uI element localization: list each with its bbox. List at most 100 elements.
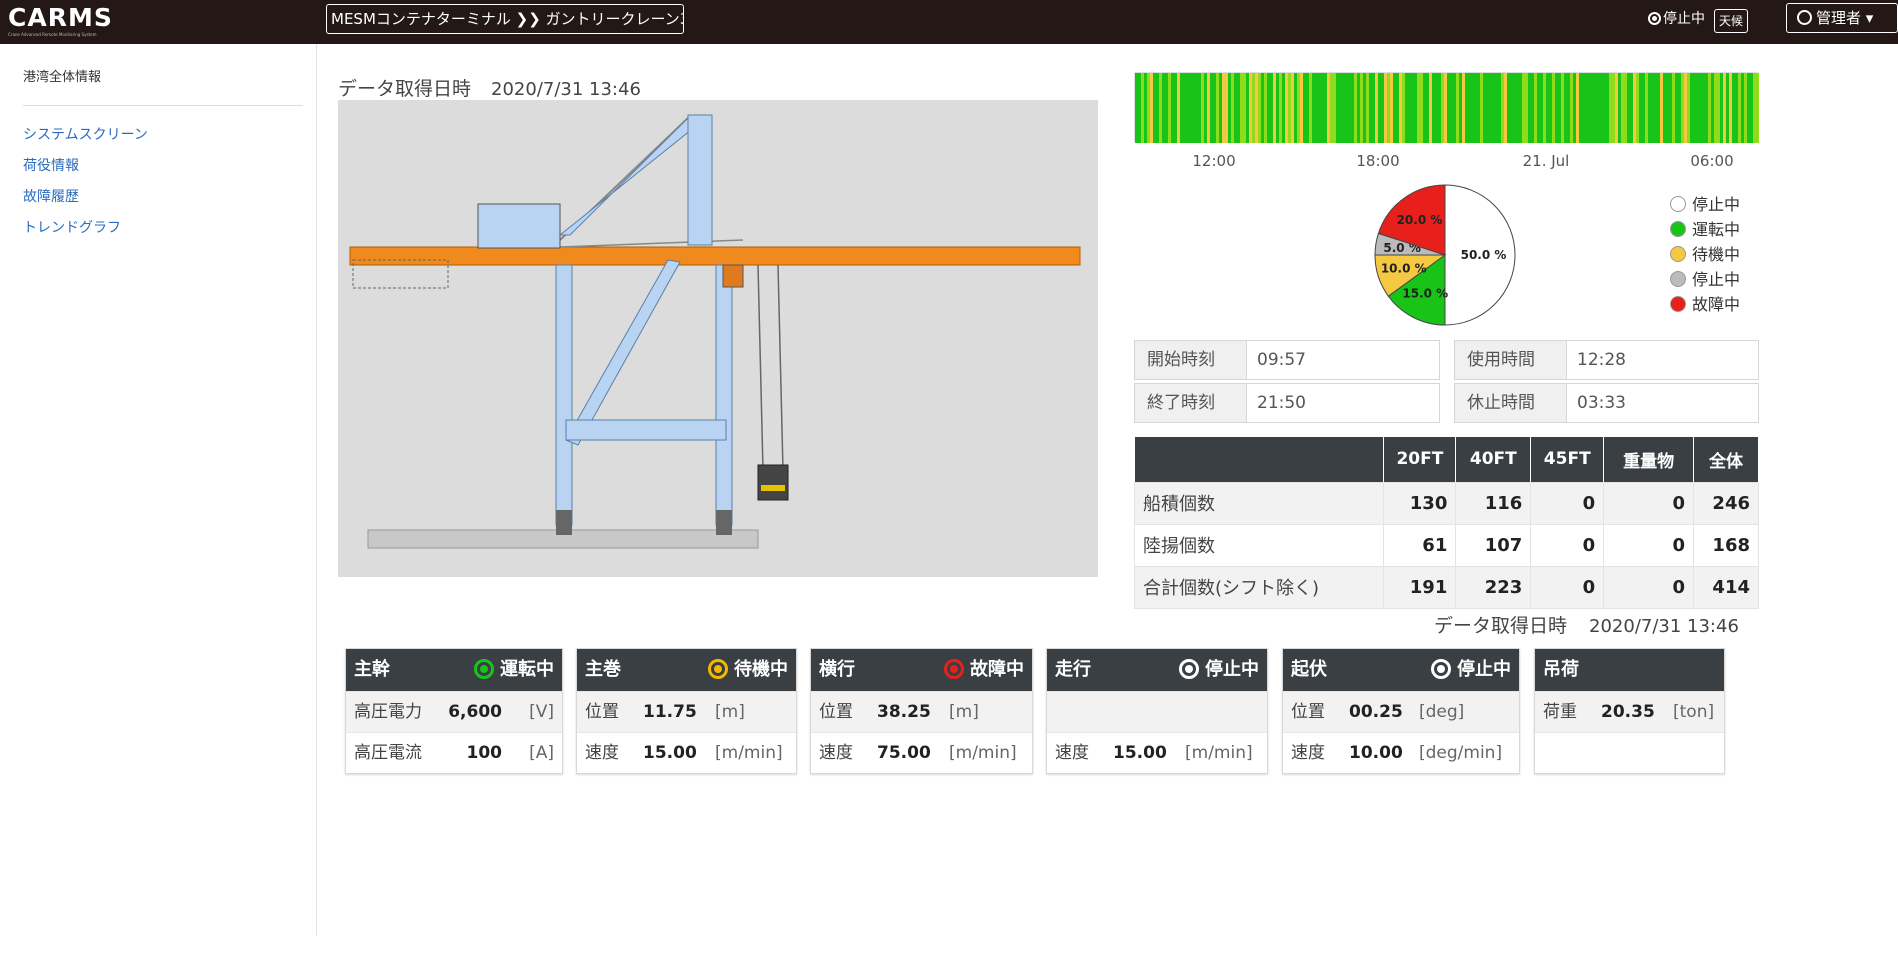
- card-row-unit: [V]: [529, 702, 554, 722]
- legend-label: 運転中: [1692, 220, 1741, 239]
- sidebar-link-system-screen[interactable]: システムスクリーン: [23, 124, 148, 144]
- timeline-segment: [1582, 73, 1585, 143]
- legend-item: 運転中: [1670, 219, 1760, 244]
- timeline-segment: [1558, 73, 1561, 143]
- legend-item: 故障中: [1670, 294, 1760, 319]
- timeline-segment: [1333, 73, 1336, 143]
- card-row: [1535, 732, 1724, 773]
- table-cell: 0: [1530, 565, 1605, 609]
- timeline-segment: [1684, 73, 1687, 143]
- timeline-segment: [1624, 73, 1627, 143]
- end-time-label: 終了時刻: [1135, 384, 1247, 422]
- card-status-text: 運転中: [500, 659, 554, 680]
- timeline-segment: [1489, 73, 1492, 143]
- timeline-segment: [1264, 73, 1267, 143]
- card-row: 速度 75.00 [m/min]: [811, 732, 1032, 773]
- table-cell: 0: [1603, 523, 1695, 567]
- timeline-segment: [1141, 73, 1144, 143]
- timeline-segment: [1501, 73, 1504, 143]
- table-cell: 61: [1383, 523, 1457, 567]
- terminal-crane-selector[interactable]: MESMコンテナターミナル ❯❯ ガントリークレーン3号機 ▾: [326, 4, 684, 34]
- carms-logo[interactable]: CARMS Crane Advanced Remote Monitoring S…: [8, 4, 118, 40]
- timeline-segment: [1195, 73, 1198, 143]
- table-header: 20FT: [1383, 437, 1457, 482]
- timeline-segment: [1498, 73, 1501, 143]
- timeline-segment: [1372, 73, 1375, 143]
- sidebar: 港湾全体情報 システムスクリーン 荷役情報 故障履歴 トレンドグラフ: [0, 44, 317, 936]
- timeline-segment: [1618, 73, 1621, 143]
- card-row: 高圧電力 6,600 [V]: [346, 691, 562, 732]
- timeline-segment: [1351, 73, 1354, 143]
- timeline-segment: [1678, 73, 1681, 143]
- sidebar-link-trend-graph[interactable]: トレンドグラフ: [23, 217, 121, 237]
- timeline-segment: [1492, 73, 1495, 143]
- timeline-segment: [1435, 73, 1438, 143]
- crane-datetime: データ取得日時 2020/7/31 13:46: [338, 74, 641, 101]
- card-row-unit: [m/min]: [715, 743, 783, 763]
- user-menu[interactable]: 管理者 ▾: [1786, 3, 1898, 33]
- timeline-segment: [1627, 73, 1630, 143]
- legend-label: 待機中: [1692, 245, 1741, 264]
- timeline-segment: [1756, 73, 1759, 143]
- timeline-segment: [1285, 73, 1288, 143]
- card-header: 吊荷: [1535, 649, 1724, 691]
- timeline-segment: [1270, 73, 1273, 143]
- timeline-segment: [1729, 73, 1732, 143]
- table-cell: 0: [1530, 523, 1605, 567]
- timeline-segment: [1630, 73, 1633, 143]
- start-time-value: 09:57: [1257, 350, 1306, 370]
- card-row-label: 速度: [585, 743, 619, 763]
- card-row-value: 15.00: [1113, 743, 1167, 763]
- card-row-unit: [ton]: [1673, 702, 1715, 722]
- top-bar: CARMS Crane Advanced Remote Monitoring S…: [0, 0, 1898, 44]
- table-row: 合計個数(シフト除く) 191 223 0 0 414: [1133, 565, 1759, 609]
- table-header-row: 20FT 40FT 45FT 重量物 全体: [1134, 437, 1759, 482]
- sidebar-title[interactable]: 港湾全体情報: [23, 66, 101, 85]
- timeline-segment: [1534, 73, 1537, 143]
- sidebar-link-fault-history[interactable]: 故障履歴: [23, 186, 79, 206]
- timeline-segment: [1273, 73, 1276, 143]
- legend-item: 停止中: [1670, 269, 1760, 294]
- end-time-box: 終了時刻 21:50: [1134, 383, 1440, 423]
- card-row: 位置 11.75 [m]: [577, 691, 796, 732]
- timeline-segment: [1462, 73, 1465, 143]
- legend-item: 待機中: [1670, 244, 1760, 269]
- timeline-segment: [1537, 73, 1540, 143]
- card-title: 主巻: [585, 659, 621, 680]
- timeline-segment: [1522, 73, 1525, 143]
- timeline-segment: [1378, 73, 1381, 143]
- table-cell: 107: [1455, 523, 1532, 567]
- table-cell: 223: [1455, 565, 1532, 609]
- timeline-segment: [1189, 73, 1192, 143]
- stop-time-value: 03:33: [1577, 393, 1626, 413]
- timeline-segment: [1468, 73, 1471, 143]
- timeline-segment: [1660, 73, 1663, 143]
- timeline-segment: [1399, 73, 1402, 143]
- card-traverse: 横行 故障中 位置 38.25 [m] 速度 75.00 [m/min]: [810, 648, 1033, 774]
- card-row-unit: [m/min]: [1185, 743, 1253, 763]
- legend-dot-red: [1670, 296, 1686, 312]
- timeline-segment: [1723, 73, 1726, 143]
- timeline-segment: [1753, 73, 1756, 143]
- timeline-segment: [1510, 73, 1513, 143]
- timeline-segment: [1192, 73, 1195, 143]
- timeline-segment: [1570, 73, 1573, 143]
- timeline-segment: [1636, 73, 1639, 143]
- pie-data-label: 10.0 %: [1381, 261, 1427, 275]
- timeline-segment: [1357, 73, 1360, 143]
- timeline-segment: [1336, 73, 1339, 143]
- card-row-unit: [m/min]: [949, 743, 1017, 763]
- timeline-segment: [1603, 73, 1606, 143]
- table-cell: 陸揚個数: [1133, 523, 1385, 567]
- card-row-value: 00.25: [1349, 702, 1403, 722]
- card-row: 位置 00.25 [deg]: [1283, 691, 1519, 732]
- timeline-segment: [1234, 73, 1237, 143]
- timeline-segment: [1525, 73, 1528, 143]
- card-row: [1047, 691, 1267, 732]
- card-row-label: 高圧電力: [354, 702, 422, 722]
- timeline-segment: [1294, 73, 1297, 143]
- sidebar-link-cargo-info[interactable]: 荷役情報: [23, 155, 79, 175]
- timeline-segment: [1705, 73, 1708, 143]
- weather-button[interactable]: 天候: [1714, 9, 1748, 33]
- legend-dot-yellow: [1670, 246, 1686, 262]
